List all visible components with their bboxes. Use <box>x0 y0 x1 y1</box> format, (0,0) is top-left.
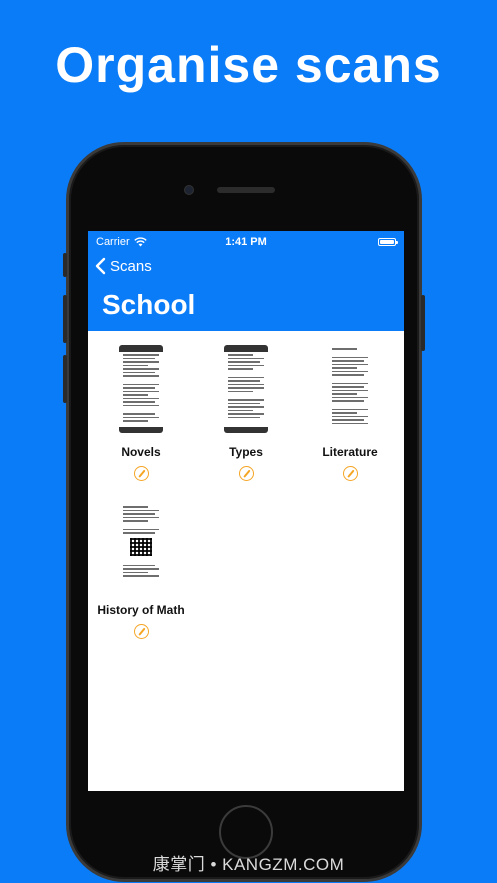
document-tile-types[interactable]: Types <box>196 345 296 481</box>
document-thumbnail[interactable] <box>119 503 163 591</box>
document-label: Literature <box>322 445 378 459</box>
navigation-bar: Carrier 1:41 PM Scans School <box>88 231 404 331</box>
volume-down-button <box>63 355 67 403</box>
carrier-label: Carrier <box>96 236 130 248</box>
pencil-circle-icon[interactable] <box>238 466 254 481</box>
document-tile-literature[interactable]: Literature <box>300 345 400 481</box>
back-button[interactable]: Scans <box>94 257 152 275</box>
wifi-icon <box>133 237 147 247</box>
document-tile-history-of-math[interactable]: History of Math <box>91 503 191 639</box>
watermark: 康掌门 • KANGZM.COM <box>152 855 345 874</box>
battery-icon <box>378 238 398 246</box>
phone-frame: Carrier 1:41 PM Scans School Novels Type… <box>63 142 425 882</box>
document-thumbnail[interactable] <box>328 345 372 433</box>
front-camera <box>184 185 194 195</box>
document-label: Types <box>229 445 263 459</box>
status-bar: Carrier 1:41 PM <box>88 231 404 253</box>
qr-code-image <box>130 537 152 556</box>
document-label: Novels <box>121 445 161 459</box>
page-title: School <box>102 289 196 320</box>
volume-up-button <box>63 295 67 343</box>
back-button-label: Scans <box>110 257 152 275</box>
document-thumbnail[interactable] <box>119 345 163 433</box>
power-button <box>421 295 425 351</box>
earpiece-speaker <box>217 187 275 193</box>
chevron-left-icon <box>95 257 106 275</box>
document-label: History of Math <box>97 603 185 617</box>
pencil-circle-icon[interactable] <box>133 624 149 639</box>
pencil-circle-icon[interactable] <box>133 466 149 481</box>
pencil-circle-icon[interactable] <box>342 466 358 481</box>
document-tile-novels[interactable]: Novels <box>91 345 191 481</box>
document-thumbnail[interactable] <box>224 345 268 433</box>
app-screen: Carrier 1:41 PM Scans School Novels Type… <box>88 231 404 791</box>
promo-headline: Organise scans <box>55 37 442 93</box>
mute-switch <box>63 253 67 277</box>
